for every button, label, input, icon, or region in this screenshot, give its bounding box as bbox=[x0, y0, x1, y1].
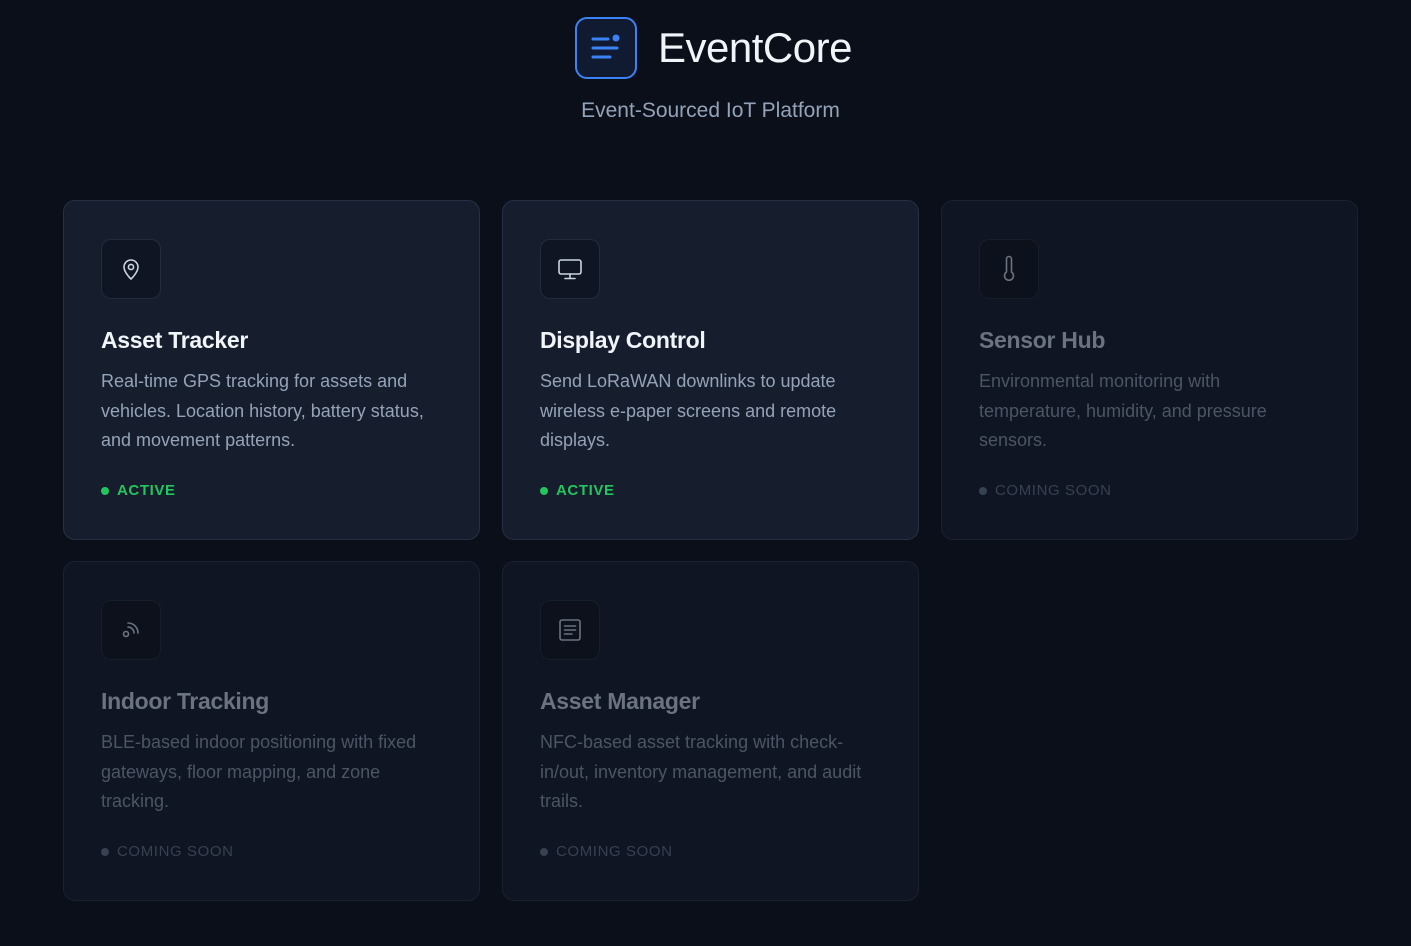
status-badge: COMING SOON bbox=[540, 843, 673, 860]
app-title: EventCore bbox=[658, 24, 852, 71]
status-badge: COMING SOON bbox=[101, 843, 234, 860]
card-title: Asset Tracker bbox=[101, 327, 248, 353]
map-pin-icon bbox=[101, 239, 161, 299]
status-badge: ACTIVE bbox=[101, 482, 176, 499]
card-asset-tracker[interactable]: Asset Tracker Real-time GPS tracking for… bbox=[63, 200, 480, 540]
event-list-logo-icon bbox=[575, 17, 637, 79]
status-dot bbox=[101, 847, 109, 856]
card-asset-manager: Asset Manager NFC-based asset tracking w… bbox=[502, 561, 919, 901]
status-dot bbox=[540, 486, 548, 495]
app-subtitle: Event-Sourced IoT Platform bbox=[581, 99, 840, 122]
status-badge: ACTIVE bbox=[540, 482, 615, 499]
status-dot bbox=[979, 486, 987, 495]
brand[interactable]: EventCore bbox=[575, 17, 852, 79]
status-label: COMING SOON bbox=[995, 482, 1112, 499]
card-description: Send LoRaWAN downlinks to update wireles… bbox=[540, 371, 837, 450]
card-title: Sensor Hub bbox=[979, 327, 1106, 353]
status-dot bbox=[101, 486, 109, 495]
signal-icon bbox=[101, 600, 161, 660]
status-label: ACTIVE bbox=[117, 482, 176, 499]
card-title: Indoor Tracking bbox=[101, 688, 270, 714]
card-title: Display Control bbox=[540, 327, 706, 353]
card-description: BLE-based indoor positioning with fixed … bbox=[101, 732, 417, 811]
card-description: Environmental monitoring with temperatur… bbox=[979, 371, 1267, 450]
card-title: Asset Manager bbox=[540, 688, 700, 714]
monitor-icon bbox=[540, 239, 600, 299]
document-icon bbox=[540, 600, 600, 660]
card-description: Real-time GPS tracking for assets and ve… bbox=[101, 371, 424, 450]
card-display-control[interactable]: Display Control Send LoRaWAN downlinks t… bbox=[502, 200, 919, 540]
header: EventCore Event-Sourced IoT Platform bbox=[0, 0, 1411, 150]
card-indoor-tracking: Indoor Tracking BLE-based indoor positio… bbox=[63, 561, 480, 901]
card-sensor-hub: Sensor Hub Environmental monitoring with… bbox=[941, 200, 1358, 540]
thermometer-icon bbox=[979, 239, 1039, 299]
card-description: NFC-based asset tracking with check-in/o… bbox=[540, 732, 862, 811]
status-label: ACTIVE bbox=[556, 482, 615, 499]
status-dot bbox=[540, 847, 548, 856]
status-badge: COMING SOON bbox=[979, 482, 1112, 499]
status-label: COMING SOON bbox=[117, 843, 234, 860]
status-label: COMING SOON bbox=[556, 843, 673, 860]
